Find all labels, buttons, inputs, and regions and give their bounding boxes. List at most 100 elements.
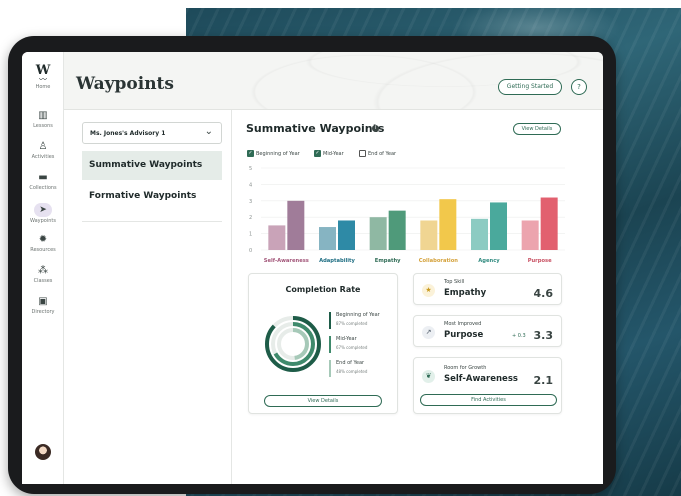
advisory-select-value: Ms. Jones's Advisory 1	[90, 130, 166, 137]
info-icon[interactable]: i	[372, 125, 379, 132]
trend-up-icon: ↗	[422, 326, 435, 339]
left-rail: W 〰 Home ▥ Lessons ♙ Activities ▬ Collec…	[22, 52, 64, 484]
rail-item-label: Collections	[29, 185, 57, 191]
rail-item-collections[interactable]: ▬ Collections	[22, 172, 64, 191]
rail-item-classes[interactable]: ⁂ Classes	[22, 265, 64, 284]
completion-pct: 48% completed	[336, 369, 368, 374]
view-details-button[interactable]: View Details	[513, 123, 561, 135]
find-activities-button[interactable]: Find Activities	[420, 394, 557, 406]
y-tick-label: 5	[249, 166, 252, 172]
bar	[287, 200, 305, 250]
rail-item-label: Lessons	[33, 123, 53, 129]
rail-item-resources[interactable]: ✹ Resources	[22, 234, 64, 253]
filter-end-of-year[interactable]: End of Year	[359, 143, 396, 162]
bar	[420, 220, 438, 250]
filter-label: End of Year	[368, 150, 397, 157]
checkbox-unchecked-icon	[359, 150, 366, 157]
bar	[490, 202, 507, 250]
main-content: Summative Waypoints i View Details ✓ Begi…	[233, 110, 603, 484]
section-title: Summative Waypoints	[246, 122, 385, 135]
completion-name: Mid-Year	[336, 336, 357, 342]
avatar[interactable]	[35, 444, 51, 460]
logo-wave-icon: 〰	[39, 75, 47, 84]
completion-title: Completion Rate	[285, 285, 361, 294]
completion-name: End of Year	[336, 360, 365, 366]
checkbox-checked-icon: ✓	[314, 150, 321, 157]
lightbulb-icon: ✹	[38, 234, 48, 245]
bar	[319, 227, 336, 250]
sprout-icon: ❦	[422, 370, 435, 383]
rail-item-label: Waypoints	[29, 218, 56, 224]
checkbox-checked-icon: ✓	[247, 150, 254, 157]
stat-name: Empathy	[444, 288, 487, 298]
x-tick-label: Purpose	[528, 258, 552, 264]
rail-item-label: Resources	[30, 247, 56, 253]
bar	[540, 197, 558, 250]
filter-beginning-of-year[interactable]: ✓ Beginning of Year	[247, 143, 300, 162]
getting-started-button[interactable]: Getting Started	[498, 79, 562, 95]
filter-mid-year[interactable]: ✓ Mid-Year	[314, 143, 344, 162]
rail-item-label: Classes	[33, 278, 53, 284]
filter-label: Beginning of Year	[256, 150, 300, 157]
legend-swatch	[329, 312, 331, 329]
completion-pct: 67% completed	[336, 345, 368, 350]
completion-rate-card: Completion Rate Beginning of Year 87% co…	[248, 273, 398, 414]
rail-item-waypoints[interactable]: ➤ Waypoints	[22, 203, 64, 224]
bar	[369, 217, 387, 250]
y-tick-label: 0	[249, 248, 252, 254]
x-tick-label: Adaptability	[319, 258, 355, 264]
stat-label: Most Improved	[444, 321, 482, 327]
bar	[471, 218, 488, 250]
top-skill-card: ★ Top Skill Empathy 4.6	[413, 273, 562, 305]
contact-book-icon: ▣	[38, 296, 48, 307]
completion-view-details-button[interactable]: View Details	[264, 395, 382, 407]
app-screen: W 〰 Home ▥ Lessons ♙ Activities ▬ Collec…	[22, 52, 603, 484]
filter-label: Mid-Year	[323, 150, 344, 157]
bar	[439, 199, 457, 250]
star-icon: ★	[422, 284, 435, 297]
y-tick-label: 1	[249, 232, 252, 238]
x-tick-label: Collaboration	[419, 258, 459, 264]
advisory-select[interactable]: Ms. Jones's Advisory 1 ⌄	[82, 122, 222, 144]
x-tick-label: Empathy	[375, 258, 401, 264]
rail-item-directory[interactable]: ▣ Directory	[22, 296, 64, 315]
legend-swatch	[329, 360, 331, 377]
book-icon: ▥	[38, 110, 48, 121]
navigation-arrow-icon: ➤	[34, 203, 52, 217]
help-button[interactable]: ?	[571, 79, 587, 95]
stat-name: Purpose	[444, 330, 484, 340]
bar	[268, 225, 286, 250]
waypoint-nav-panel: Ms. Jones's Advisory 1 ⌄ Summative Waypo…	[64, 110, 232, 484]
x-tick-label: Agency	[478, 258, 500, 264]
rail-item-label: Activities	[31, 154, 55, 160]
page-header: Waypoints Getting Started ?	[64, 52, 603, 110]
home-label: Home	[35, 84, 51, 90]
nav-formative-waypoints[interactable]: Formative Waypoints	[82, 182, 222, 211]
divider	[82, 221, 222, 222]
y-tick-label: 3	[249, 199, 252, 205]
most-improved-card: ↗ Most Improved Purpose + 0.3 3.3	[413, 315, 562, 347]
completion-pct: 87% completed	[336, 321, 368, 326]
stat-label: Room for Growth	[444, 365, 487, 371]
hiker-icon: ♙	[38, 141, 48, 152]
chevron-down-icon: ⌄	[204, 126, 213, 137]
completion-rings	[265, 316, 321, 372]
room-for-growth-card: ❦ Room for Growth Self-Awareness 2.1 Fin…	[413, 357, 562, 414]
legend-swatch	[329, 336, 331, 353]
completion-name: Beginning of Year	[336, 312, 380, 318]
waypoints-bar-chart: 0 1 2 3 4 5 Self-Awareness Adaptability Empathy C…	[249, 166, 565, 264]
home-link[interactable]: W 〰 Home	[22, 64, 64, 90]
stat-value: 3.3	[533, 329, 554, 342]
stat-delta: + 0.3	[512, 333, 526, 339]
rail-item-label: Directory	[31, 309, 55, 315]
stat-name: Self-Awareness	[444, 374, 518, 384]
y-tick-label: 4	[249, 182, 252, 188]
bar	[521, 220, 539, 250]
stat-value: 2.1	[533, 374, 554, 387]
x-tick-label: Self-Awareness	[264, 258, 309, 264]
rail-item-activities[interactable]: ♙ Activities	[22, 141, 64, 160]
rail-item-lessons[interactable]: ▥ Lessons	[22, 110, 64, 129]
bar	[388, 210, 406, 250]
nav-summative-waypoints[interactable]: Summative Waypoints	[82, 151, 222, 180]
page-title: Waypoints	[76, 74, 174, 94]
